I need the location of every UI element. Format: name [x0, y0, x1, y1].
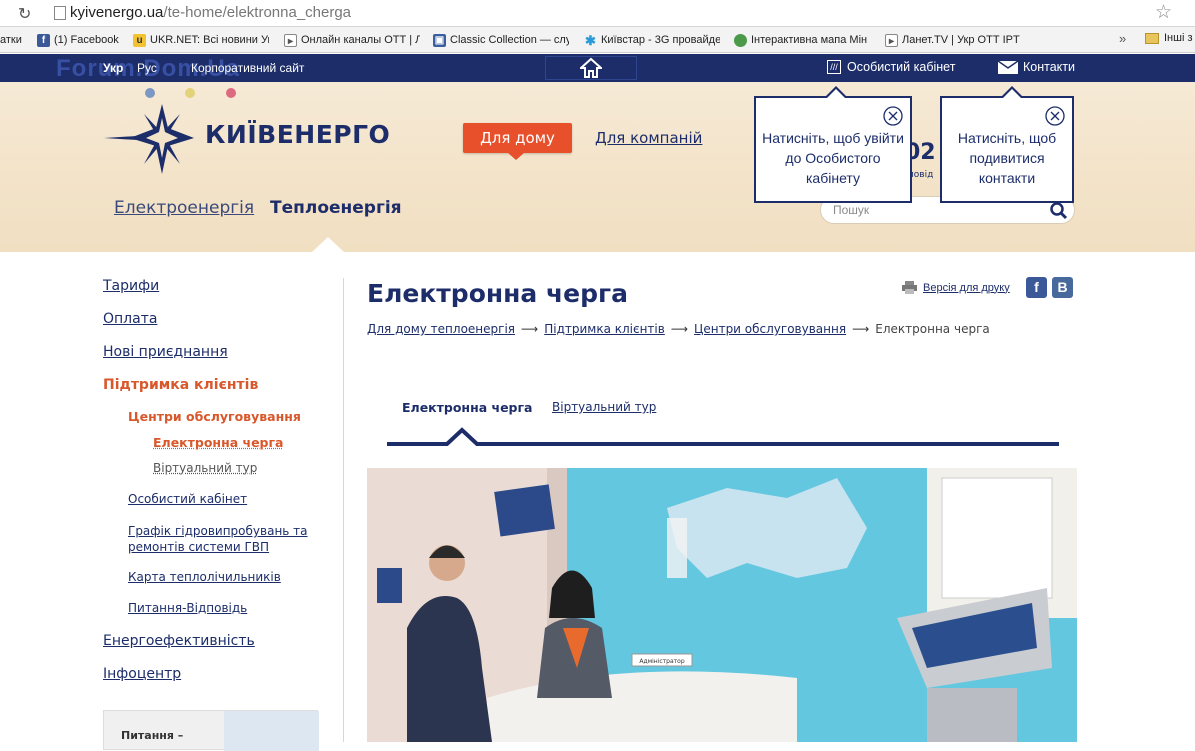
service-center-photo: Адміністратор — [367, 468, 1077, 742]
sidebar-item-tariffs[interactable]: Тарифи — [103, 278, 159, 294]
personal-cabinet-link[interactable]: /// Особистий кабінет — [827, 60, 955, 74]
sidebar-item-heat-meters[interactable]: Карта теплолічильників — [128, 570, 281, 584]
facebook-icon: f — [37, 34, 50, 47]
dot-red — [226, 88, 236, 98]
active-tab-notch — [312, 237, 344, 252]
for-home-pointer — [508, 153, 524, 160]
url-host: kyivenergo.ua — [70, 4, 163, 21]
sidebar-item-efficiency[interactable]: Енергоефективність — [103, 633, 255, 649]
sidebar-item-support[interactable]: Підтримка клієнтів — [103, 377, 258, 393]
bookmark-item[interactable]: Інтерактивна мапа Мін — [734, 32, 870, 48]
cabinet-tooltip: Натисніть, щоб увійти до Особистого кабі… — [754, 96, 912, 203]
breadcrumb: Для дому теплоенергія ⟶ Підтримка клієнтів… — [367, 322, 990, 336]
vkontakte-share-icon[interactable]: B — [1052, 277, 1073, 298]
bookmark-item[interactable]: ▣ Classic Collection — слух — [433, 32, 569, 48]
breadcrumb-link[interactable]: Підтримка клієнтів — [544, 322, 665, 336]
for-companies-link[interactable]: Для компаній — [595, 129, 702, 147]
image-icon: ▣ — [433, 34, 446, 47]
bookmark-star-icon[interactable]: ☆ — [1155, 1, 1172, 23]
bookmark-item[interactable]: ▸ Онлайн каналы ОТТ | Л — [284, 32, 420, 48]
sidebar-item-queue[interactable]: Електронна черга — [153, 435, 283, 450]
print-version-link[interactable]: Версія для друку — [902, 281, 1010, 294]
contacts-link[interactable]: Контакти — [998, 60, 1075, 74]
sidebar-item-schedule[interactable]: Графік гідровипробувань та ремонтів сист… — [128, 523, 308, 555]
tab-underline — [387, 422, 1059, 450]
sidebar-item-new-connections[interactable]: Нові приєднання — [103, 344, 228, 360]
bookmark-item[interactable]: атки — [0, 32, 30, 48]
tab-electronic-queue[interactable]: Електронна черга — [402, 400, 532, 415]
more-bookmarks-icon[interactable]: » — [1119, 31, 1126, 46]
facebook-share-icon[interactable]: f — [1026, 277, 1047, 298]
lang-rus-link[interactable]: Рус — [137, 61, 157, 75]
home-icon[interactable] — [580, 57, 602, 79]
sidebar-item-infocenter[interactable]: Інфоцентр — [103, 666, 181, 682]
contacts-tooltip: Натисніть, щоб подивитися контакти — [940, 96, 1074, 203]
tooltip-arrow — [1000, 86, 1024, 98]
tooltip-text: Натисніть, щоб увійти до Особистого кабі… — [762, 128, 904, 188]
reload-icon[interactable]: ↻ — [18, 4, 31, 23]
corporate-site-link[interactable]: Корпоративний сайт — [191, 61, 304, 75]
url-path: /te-home/elektronna_cherga — [163, 4, 351, 21]
logo-wordmark: КИЇВЕНЕРГО — [205, 120, 390, 149]
bookmark-item[interactable]: u UKR.NET: Всі новини Ук — [133, 32, 269, 48]
photo-sign-text: Адміністратор — [639, 658, 684, 665]
dot-yellow — [185, 88, 195, 98]
tab-virtual-tour[interactable]: Віртуальний тур — [552, 400, 656, 414]
bookmarks-bar: атки f (1) Facebook u UKR.NET: Всі новини … — [0, 27, 1195, 53]
kyivstar-icon: ✱ — [584, 34, 597, 47]
search-icon[interactable] — [1049, 201, 1069, 221]
bookmark-item[interactable]: ✱ Київстар - 3G провайде — [584, 32, 720, 48]
sidebar-item-virtual-tour[interactable]: Віртуальний тур — [153, 461, 257, 475]
url-field[interactable]: kyivenergo.ua/te-home/elektronna_cherga — [70, 4, 351, 21]
sidebar-item-payment[interactable]: Оплата — [103, 311, 157, 327]
bookmark-item[interactable]: f (1) Facebook — [37, 32, 127, 48]
tooltip-text: Натисніть, щоб подивитися контакти — [948, 128, 1066, 188]
page-title: Електронна черга — [367, 279, 628, 308]
close-icon[interactable] — [882, 105, 904, 127]
faq-promo-box[interactable]: Питання – — [103, 710, 318, 750]
promo-label: Питання – — [121, 729, 183, 742]
folder-icon — [1145, 33, 1159, 44]
breadcrumb-separator: ⟶ — [671, 322, 688, 336]
sidebar-divider — [343, 278, 344, 742]
lang-ukr-link[interactable]: Укр — [103, 61, 123, 75]
ukrnet-icon: u — [133, 34, 146, 47]
breadcrumb-link[interactable]: Для дому теплоенергія — [367, 322, 515, 336]
close-icon[interactable] — [1044, 105, 1066, 127]
page-icon — [54, 6, 66, 20]
sidebar-item-faq[interactable]: Питання-Відповідь — [128, 601, 247, 615]
tab-heat[interactable]: Теплоенергія — [270, 198, 402, 218]
breadcrumb-link[interactable]: Центри обслуговування — [694, 322, 846, 336]
sidebar-item-service-centers[interactable]: Центри обслуговування — [128, 409, 301, 424]
play-icon: ▸ — [885, 34, 898, 47]
other-bookmarks-folder[interactable]: Інші з — [1145, 32, 1193, 44]
tab-electricity[interactable]: Електроенергія — [114, 198, 254, 218]
breadcrumb-separator: ⟶ — [521, 322, 538, 336]
envelope-icon — [998, 61, 1018, 74]
for-home-button[interactable]: Для дому — [463, 123, 572, 153]
play-icon: ▸ — [284, 34, 297, 47]
search-input[interactable] — [833, 202, 1043, 218]
promo-image — [224, 711, 319, 751]
browser-address-bar: ↻ kyivenergo.ua/te-home/elektronna_cherg… — [0, 0, 1195, 27]
tooltip-arrow — [824, 86, 848, 98]
bookmark-item[interactable]: ▸ Ланет.TV | Укр ОТТ IPT — [885, 32, 1021, 48]
printer-icon — [902, 281, 917, 294]
site-top-bar: Forum.Dom.Ua Укр Рус Корпоративний сайт … — [0, 54, 1195, 82]
breadcrumb-separator: ⟶ — [852, 322, 869, 336]
dot-blue — [145, 88, 155, 98]
map-icon — [734, 34, 747, 47]
cabinet-icon: /// — [827, 60, 841, 74]
breadcrumb-current: Електронна черга — [875, 322, 989, 336]
sidebar-item-cabinet[interactable]: Особистий кабінет — [128, 492, 247, 506]
